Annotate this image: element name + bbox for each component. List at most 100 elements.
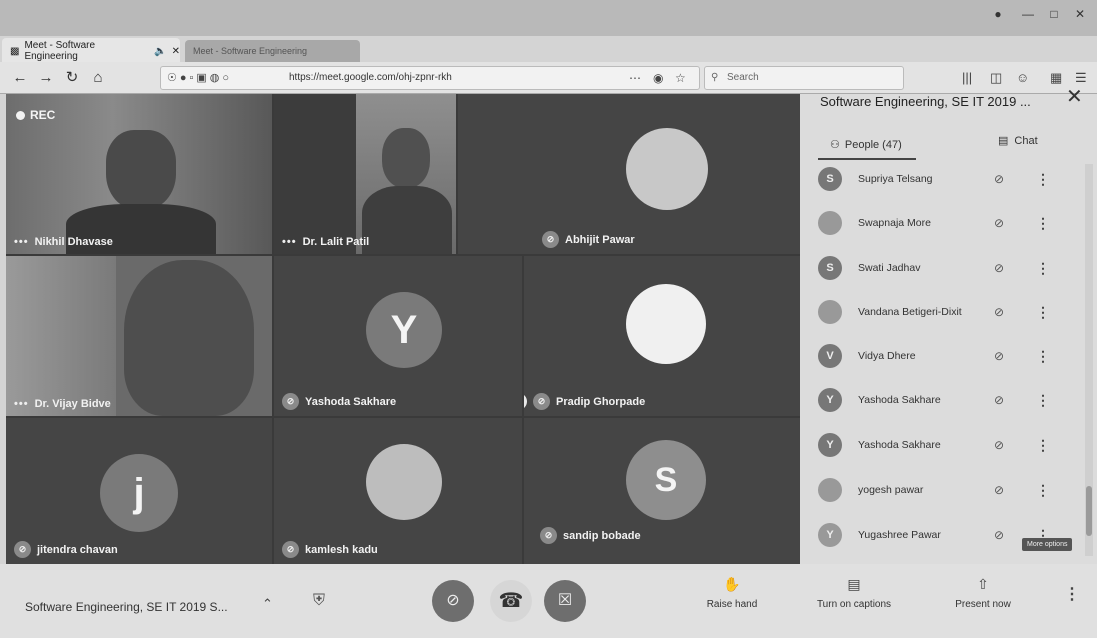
avatar-initial: Y — [366, 292, 442, 368]
participant-tile[interactable]: ✋ ⊘ Pradip Ghorpade — [524, 256, 800, 416]
participant-row[interactable]: Y Yashoda Sakhare ⊘ ⋮ — [818, 385, 1058, 415]
participant-row[interactable]: V Vidya Dhere ⊘ ⋮ — [818, 341, 1058, 371]
tab-chat[interactable]: ▤ Chat — [998, 134, 1038, 148]
search-placeholder: Search — [727, 72, 759, 83]
camera-off-button[interactable]: ☒ — [544, 580, 586, 622]
present-label: Present now — [955, 599, 1011, 610]
hang-up-button[interactable]: ☎ — [490, 580, 532, 622]
participant-tile[interactable]: ••• Dr. Lalit Patil — [274, 94, 456, 254]
tab-people[interactable]: ⚇ People (47) — [830, 138, 902, 152]
participant-tile[interactable]: ••• Dr. Vijay Bidve — [6, 256, 272, 416]
home-button[interactable]: ⌂ — [88, 68, 108, 88]
avatar: Y — [818, 433, 842, 457]
participant-tile[interactable]: ⊘ kamlesh kadu — [274, 418, 522, 564]
panel-scrollbar-thumb[interactable] — [1086, 486, 1092, 536]
mic-off-icon: ⊘ — [533, 393, 550, 410]
forward-button[interactable]: → — [36, 68, 56, 88]
participant-tile[interactable]: j ⊘ jitendra chavan — [6, 418, 272, 564]
avatar: S — [818, 167, 842, 191]
search-icon: ⚲ — [711, 72, 719, 83]
participant-name: Vandana Betigeri-Dixit — [858, 306, 962, 318]
participant-row[interactable]: Swapnaja More ⊘ ⋮ — [818, 208, 1058, 238]
tab-meet-active[interactable]: ▩ Meet - Software Engineering 🔈 ✕ — [2, 38, 180, 64]
account-icon[interactable]: ☺ — [1016, 70, 1029, 85]
minimize-button[interactable]: — — [1015, 6, 1041, 22]
more-vert-icon[interactable]: ⋮ — [1064, 584, 1080, 604]
present-now-button[interactable]: ⇧ Present now — [946, 576, 1020, 610]
participant-tile[interactable]: REC ••• Nikhil Dhavase — [6, 94, 272, 254]
present-icon: ⇧ — [977, 576, 989, 592]
participant-row[interactable]: Y Yashoda Sakhare ⊘ ⋮ — [818, 430, 1058, 460]
url-bar[interactable]: ☉●▫▣◍○ https://meet.google.com/ohj-zpnr-… — [160, 66, 700, 90]
participant-name: Nikhil Dhavase — [34, 236, 113, 248]
more-vert-icon[interactable]: ⋮ — [1036, 482, 1050, 499]
more-dots-icon[interactable]: ••• — [14, 236, 29, 248]
close-icon[interactable]: ✕ — [1066, 84, 1083, 109]
person-silhouette — [382, 128, 430, 188]
more-vert-icon[interactable]: ⋮ — [1036, 171, 1050, 188]
more-vert-icon[interactable]: ⋮ — [1036, 260, 1050, 277]
avatar: S — [818, 256, 842, 280]
chevron-up-icon[interactable]: ⌃ — [262, 596, 273, 612]
reload-button[interactable]: ↻ — [62, 68, 82, 88]
site-permission-icons[interactable]: ☉●▫▣◍○ — [167, 67, 232, 89]
bottom-control-bar: Software Engineering, SE IT 2019 S... ⌃ … — [0, 564, 1097, 638]
captions-button[interactable]: ▤ Turn on captions — [806, 576, 902, 610]
profile-photo — [626, 284, 706, 364]
participant-row[interactable]: yogesh pawar ⊘ ⋮ — [818, 475, 1058, 505]
participant-row[interactable]: Vandana Betigeri-Dixit ⊘ ⋮ — [818, 297, 1058, 327]
side-panel: Software Engineering, SE IT 2019 ... ✕ ⚇… — [800, 86, 1097, 564]
mic-off-icon: ⊘ — [994, 216, 1005, 230]
shield-icon[interactable]: ⛨ — [313, 592, 325, 610]
profile-photo — [366, 444, 442, 520]
bookmark-star-icon[interactable]: ☆ — [675, 67, 686, 89]
mic-off-icon: ⊘ — [542, 231, 559, 248]
camera-icon: ▩ — [10, 45, 20, 57]
participant-name: kamlesh kadu — [305, 543, 378, 556]
participant-row[interactable]: S Supriya Telsang ⊘ ⋮ — [818, 164, 1058, 194]
participant-name: Yugashree Pawar — [858, 529, 941, 541]
extensions-icon[interactable]: ▦ — [1050, 70, 1062, 86]
mic-off-button[interactable]: ⊘ — [432, 580, 474, 622]
participant-name: Vidya Dhere — [858, 350, 916, 362]
back-button[interactable]: ← — [10, 68, 30, 88]
mic-off-icon: ⊘ — [994, 305, 1005, 319]
mic-off-icon: ⊘ — [282, 393, 299, 410]
people-icon: ⚇ — [830, 139, 840, 151]
participant-name: sandip bobade — [563, 529, 641, 542]
page-actions-icon[interactable]: ⋯ — [629, 67, 641, 89]
mic-off-icon: ⊘ — [994, 528, 1005, 542]
maximize-button[interactable]: □ — [1041, 6, 1067, 22]
more-dots-icon[interactable]: ••• — [14, 398, 29, 410]
more-dots-icon[interactable]: ••• — [282, 236, 297, 248]
more-vert-icon[interactable]: ⋮ — [1036, 304, 1050, 321]
more-vert-icon[interactable]: ⋮ — [1036, 392, 1050, 409]
camera-off-icon: ☒ — [557, 592, 573, 609]
mic-off-icon: ⊘ — [994, 393, 1005, 407]
participant-name: Yashoda Sakhare — [858, 439, 941, 451]
window-close-button[interactable]: ✕ — [1067, 6, 1093, 22]
tab-close-icon[interactable]: ✕ — [172, 46, 180, 57]
more-vert-icon[interactable]: ⋮ — [1036, 348, 1050, 365]
more-vert-icon[interactable]: ⋮ — [1036, 437, 1050, 454]
mic-off-icon: ⊘ — [994, 349, 1005, 363]
mic-off-icon: ⊘ — [282, 541, 299, 558]
raise-hand-button[interactable]: ✋ Raise hand — [700, 576, 764, 610]
participant-tile[interactable]: S ⊘ sandip bobade — [524, 418, 800, 564]
sidebar-icon[interactable]: ◫ — [990, 70, 1002, 86]
record-dot-icon — [16, 110, 25, 120]
participant-tile[interactable]: Y ⊘ Yashoda Sakhare — [274, 256, 522, 416]
tab-label: Meet - Software Engineering — [24, 40, 96, 62]
pocket-icon[interactable]: ◉ — [653, 67, 663, 89]
search-input[interactable]: ⚲ Search — [704, 66, 904, 90]
tab-meet-inactive[interactable]: Meet - Software Engineering — [185, 40, 360, 62]
library-icon[interactable]: ||| — [962, 70, 972, 85]
participant-row[interactable]: S Swati Jadhav ⊘ ⋮ — [818, 253, 1058, 283]
hand-raised-icon: ✋ — [524, 393, 527, 410]
participant-tile[interactable]: ⊘ Abhijit Pawar — [458, 94, 800, 254]
meeting-title[interactable]: Software Engineering, SE IT 2019 S... — [25, 600, 228, 614]
person-shoulders — [362, 186, 452, 254]
participant-name: Yashoda Sakhare — [858, 394, 941, 406]
chat-tab-label: Chat — [1014, 134, 1038, 147]
more-vert-icon[interactable]: ⋮ — [1036, 215, 1050, 232]
